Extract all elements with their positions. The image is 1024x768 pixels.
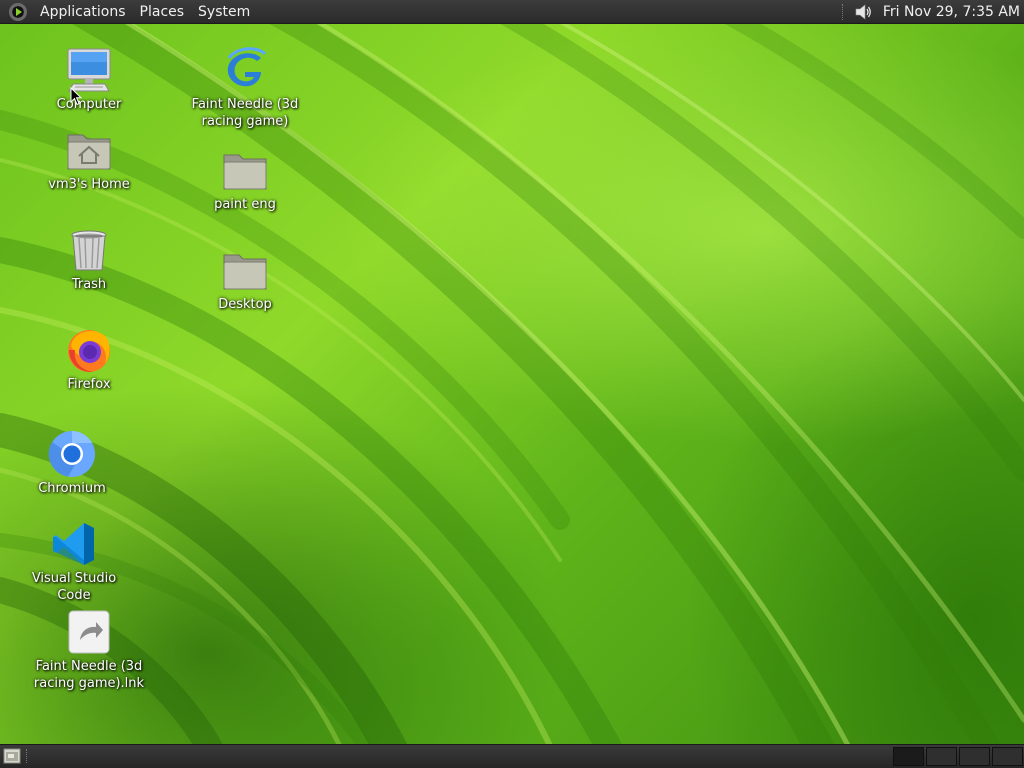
- desktop-icon-faint-needle[interactable]: Faint Needle (3d racing game): [185, 46, 305, 130]
- workspace-1[interactable]: [893, 747, 924, 766]
- desktop-icon-label: Desktop: [218, 297, 272, 312]
- desktop-icon-label: Chromium: [38, 481, 106, 496]
- desktop-icon-paint-eng[interactable]: paint eng: [185, 146, 305, 213]
- top-panel: Applications Places System Fri Nov 29, 7…: [0, 0, 1024, 24]
- folder-icon: [223, 154, 267, 190]
- panel-handle[interactable]: [26, 749, 30, 763]
- places-menu[interactable]: Places: [133, 0, 192, 24]
- applications-menu[interactable]: Applications: [33, 0, 133, 24]
- desktop-icon-desktop-folder[interactable]: Desktop: [185, 246, 305, 313]
- speaker-icon[interactable]: [853, 2, 873, 22]
- faint-needle-game-icon: [227, 47, 267, 87]
- desktop-icon-label: Trash: [71, 277, 107, 292]
- desktop-icon-label: Faint Needle (3d racing game).lnk: [33, 659, 145, 691]
- desktop-icon-trash[interactable]: Trash: [29, 226, 149, 293]
- workspace-4[interactable]: [992, 747, 1023, 766]
- desktop-icon-vscode[interactable]: Visual Studio Code: [14, 520, 134, 604]
- panel-separator: [841, 3, 845, 20]
- firefox-icon: [68, 330, 110, 373]
- workspace-2[interactable]: [926, 747, 957, 766]
- desktop-icon-computer[interactable]: Computer: [29, 46, 149, 113]
- workspace-3[interactable]: [959, 747, 990, 766]
- desktop-icon-firefox[interactable]: Firefox: [29, 326, 149, 393]
- chromium-icon: [48, 431, 95, 477]
- wallpaper-leaf-veins: [0, 0, 1024, 768]
- desktop-icon-label: Firefox: [67, 377, 111, 392]
- show-desktop-icon[interactable]: [3, 748, 21, 764]
- desktop-icon-chromium[interactable]: Chromium: [12, 430, 132, 497]
- desktop-icon-home[interactable]: vm3's Home: [29, 126, 149, 193]
- desktop-icon-faint-needle-lnk[interactable]: Faint Needle (3d racing game).lnk: [29, 608, 149, 692]
- desktop-icon-label: vm3's Home: [48, 177, 130, 192]
- bottom-panel: [0, 744, 1024, 768]
- desktop[interactable]: Applications Places System Fri Nov 29, 7…: [0, 0, 1024, 768]
- desktop-icon-label: Computer: [56, 97, 122, 112]
- home-folder-icon: [67, 134, 111, 170]
- mouse-pointer-icon: [70, 87, 82, 106]
- trash-icon: [71, 230, 107, 271]
- shortcut-file-icon: [68, 610, 110, 654]
- distro-logo-icon[interactable]: [9, 2, 27, 21]
- clock[interactable]: Fri Nov 29, 7:35 AM: [883, 4, 1020, 20]
- desktop-icon-label: paint eng: [214, 197, 276, 212]
- desktop-icon-label: Visual Studio Code: [31, 571, 117, 603]
- folder-icon: [223, 254, 267, 290]
- system-menu[interactable]: System: [191, 0, 257, 24]
- desktop-icon-label: Faint Needle (3d racing game): [191, 97, 299, 129]
- vscode-icon: [53, 523, 94, 565]
